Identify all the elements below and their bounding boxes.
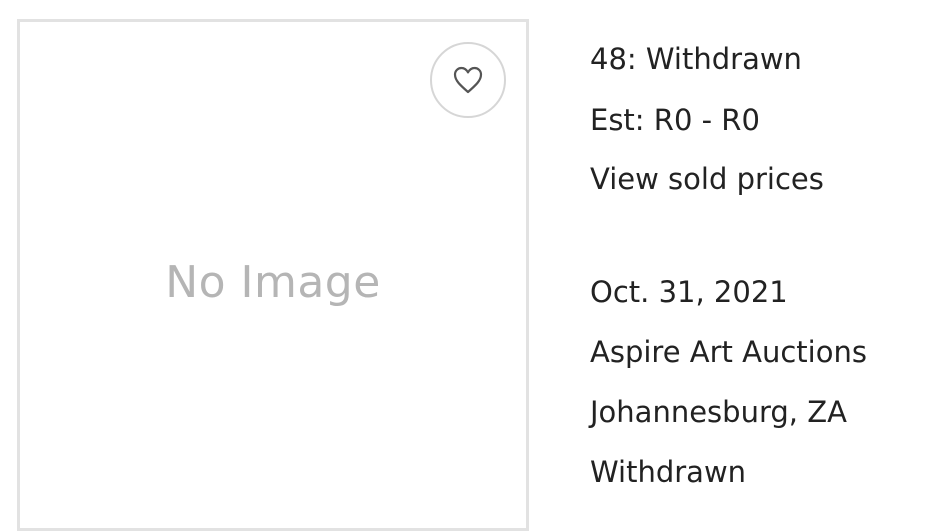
lot-image-placeholder[interactable]: No Image	[17, 19, 529, 531]
auction-house-link[interactable]: Aspire Art Auctions	[590, 338, 867, 367]
favorite-button[interactable]	[430, 42, 506, 118]
lot-card: No Image 48: Withdrawn Est: R0 - R0 View…	[0, 0, 950, 532]
view-sold-prices-link[interactable]: View sold prices	[590, 165, 824, 194]
no-image-text: No Image	[165, 257, 381, 308]
auction-location: Johannesburg, ZA	[590, 395, 847, 429]
lot-title-link[interactable]: 48: Withdrawn	[590, 45, 802, 74]
lot-status: Withdrawn	[590, 455, 747, 489]
heart-icon	[452, 65, 484, 95]
estimate-text: Est: R0 - R0	[590, 103, 760, 137]
auction-date: Oct. 31, 2021	[590, 275, 788, 309]
